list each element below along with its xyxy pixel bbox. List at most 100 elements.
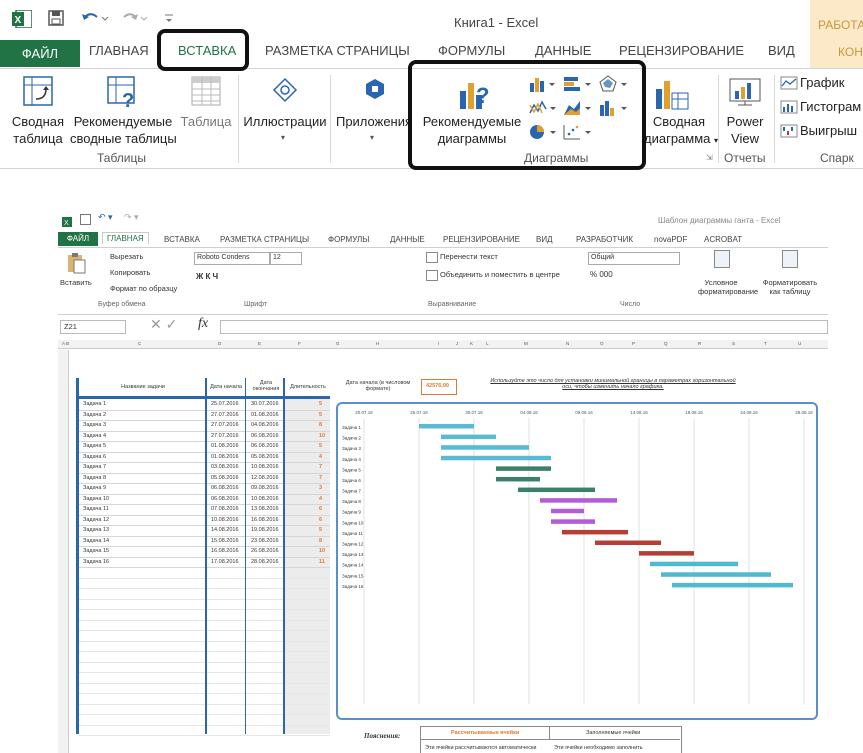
start-date-value-cell[interactable]: 42576,00 [421,379,457,395]
col-header[interactable]: T [764,341,767,346]
tab-view[interactable]: ВИД [768,43,795,58]
shot2-tab-file[interactable]: ФАЙЛ [58,232,98,246]
start-date-cell: 10.08.2016 [211,516,239,523]
shot2-wrap-text-button[interactable]: Перенести текст [440,252,498,261]
gantt-bar[interactable] [562,529,628,535]
gantt-category-label: Задача 7 [342,489,361,494]
tab-formulas[interactable]: ФОРМУЛЫ [438,43,505,58]
shot2-tab-novapdf[interactable]: novaPDF [654,235,687,244]
col-header[interactable]: G [336,341,340,346]
gantt-bar[interactable] [441,434,496,440]
col-header[interactable]: H [376,341,379,346]
shot2-tab-insert[interactable]: ВСТАВКА [164,235,200,244]
gantt-bar[interactable] [518,487,595,493]
start-date-cell: 25.07.2016 [211,401,239,407]
customize-qat-icon[interactable] [164,12,174,24]
header-end-date: Дата окончания [252,380,280,392]
col-header[interactable]: A B [62,341,69,346]
worksheet[interactable]: Название задачи Дата начала Дата окончан… [58,350,828,753]
tab-file[interactable]: ФАЙЛ [0,40,80,67]
save-icon[interactable] [48,10,64,26]
shot2-undo-icon[interactable]: ↶ ▾ [98,212,113,223]
shot2-tab-acrobat[interactable]: ACROBAT [704,235,742,244]
col-header[interactable]: K [470,341,473,346]
apps-button[interactable]: Приложения [334,113,414,130]
shot2-tab-view[interactable]: ВИД [536,235,553,244]
shot2-font-size-select[interactable]: 12 [270,252,302,265]
col-header[interactable]: L [486,341,489,346]
shot2-column-header-row: A B C D E F G H I J K L M N O P Q R S T … [58,340,828,349]
col-header[interactable]: E [258,341,261,346]
shot2-formula-input[interactable] [220,320,828,334]
shot2-format-table-button[interactable]: Форматировать как таблицу [760,278,820,296]
shot2-tab-formulas[interactable]: ФОРМУЛЫ [328,235,369,244]
apps-dropdown-icon[interactable]: ▾ [370,133,374,142]
gantt-bar[interactable] [441,455,551,461]
shot2-merge-center-button[interactable]: Объединить и поместить в центре [440,270,560,279]
shot2-font-name-select[interactable]: Roboto Condens [194,252,270,265]
power-view-button[interactable]: Power View [720,113,770,147]
col-header[interactable]: S [732,341,735,346]
recommended-pivot-button[interactable]: Рекомендуемые сводные таблицы [70,113,177,147]
col-header[interactable]: P [632,341,635,346]
duration-cell: 7 [319,464,323,470]
redo-icon[interactable] [120,9,150,27]
shot2-tab-developer[interactable]: РАЗРАБОТЧИК [576,235,633,244]
shot2-redo-icon[interactable]: ↷ ▾ [124,212,139,223]
gantt-bar[interactable] [595,540,661,546]
col-header[interactable]: O [600,341,604,346]
pivot-table-button[interactable]: Сводная таблица [10,113,66,147]
shot2-tab-data[interactable]: ДАННЫЕ [390,235,425,244]
tab-home[interactable]: ГЛАВНАЯ [89,43,149,58]
gantt-bar[interactable] [661,572,771,577]
col-header[interactable]: U [798,341,801,346]
shot2-tab-review[interactable]: РЕЦЕНЗИРОВАНИЕ [443,235,520,244]
gantt-bar[interactable] [639,551,694,556]
task-name-cell: Задача 16 [83,558,110,565]
shot2-tab-page-layout[interactable]: РАЗМЕТКА СТРАНИЦЫ [220,235,309,244]
gantt-bar[interactable] [540,498,617,503]
col-header[interactable]: M [524,341,528,346]
gantt-bar[interactable] [441,445,529,450]
shot2-format-painter-button[interactable]: Формат по образцу [110,284,177,293]
col-header[interactable]: C [138,341,141,346]
gantt-bar[interactable] [496,466,551,471]
gantt-bar[interactable] [672,582,793,588]
undo-icon[interactable] [80,9,110,27]
gantt-bar[interactable] [496,476,540,482]
charts-dialog-launcher-icon[interactable]: ⇲ [706,153,713,162]
tab-review[interactable]: РЕЦЕНЗИРОВАНИЕ [619,43,744,58]
shot2-save-icon[interactable] [80,214,91,225]
gantt-bar[interactable] [551,508,584,514]
col-header[interactable]: I [438,341,439,346]
shot2-formula-bar-icons[interactable]: ✕ ✓ [150,316,177,333]
shot2-font-format-icons[interactable]: Ж К Ч [196,272,218,281]
tab-page-layout[interactable]: РАЗМЕТКА СТРАНИЦЫ [265,43,410,58]
shot2-fx-label[interactable]: fx [198,316,208,332]
sparkline-column-icon [780,100,798,114]
tab-data[interactable]: ДАННЫЕ [535,43,591,58]
col-header[interactable]: F [298,341,301,346]
illustrations-button[interactable]: Иллюстрации [242,113,328,130]
shot2-cut-button[interactable]: Вырезать [110,252,143,261]
illustrations-dropdown-icon[interactable]: ▾ [281,133,285,142]
shot2-number-format-icons[interactable]: % 000 [590,270,613,279]
shot2-tab-home[interactable]: ГЛАВНАЯ [102,232,149,244]
gantt-bar[interactable] [650,561,738,567]
shot2-paste-button[interactable]: Вставить [60,278,92,287]
shot2-copy-button[interactable]: Копировать [110,268,150,277]
gantt-chart-frame[interactable]: 20.07.16 25.07.16 30.07.16 04.08.16 09.08.16… [336,402,818,720]
hint-text-2: оси, чтобы изменить начало графика. [562,384,664,390]
col-header[interactable]: R [698,341,701,346]
shot2-number-format-select[interactable]: Общий [588,252,680,265]
table-button[interactable]: Таблица [178,113,234,130]
gantt-bar[interactable] [419,424,474,429]
col-header[interactable]: J [456,341,458,346]
col-header[interactable]: D [218,341,221,346]
pivot-chart-button[interactable]: Сводная диаграмма ▾ [644,113,718,149]
col-header[interactable]: Q [664,341,668,346]
gantt-bar[interactable] [551,519,595,524]
shot2-name-box[interactable]: Z21 [60,320,126,334]
shot2-cond-format-button[interactable]: Условное форматирование [698,278,758,296]
col-header[interactable]: N [566,341,569,346]
